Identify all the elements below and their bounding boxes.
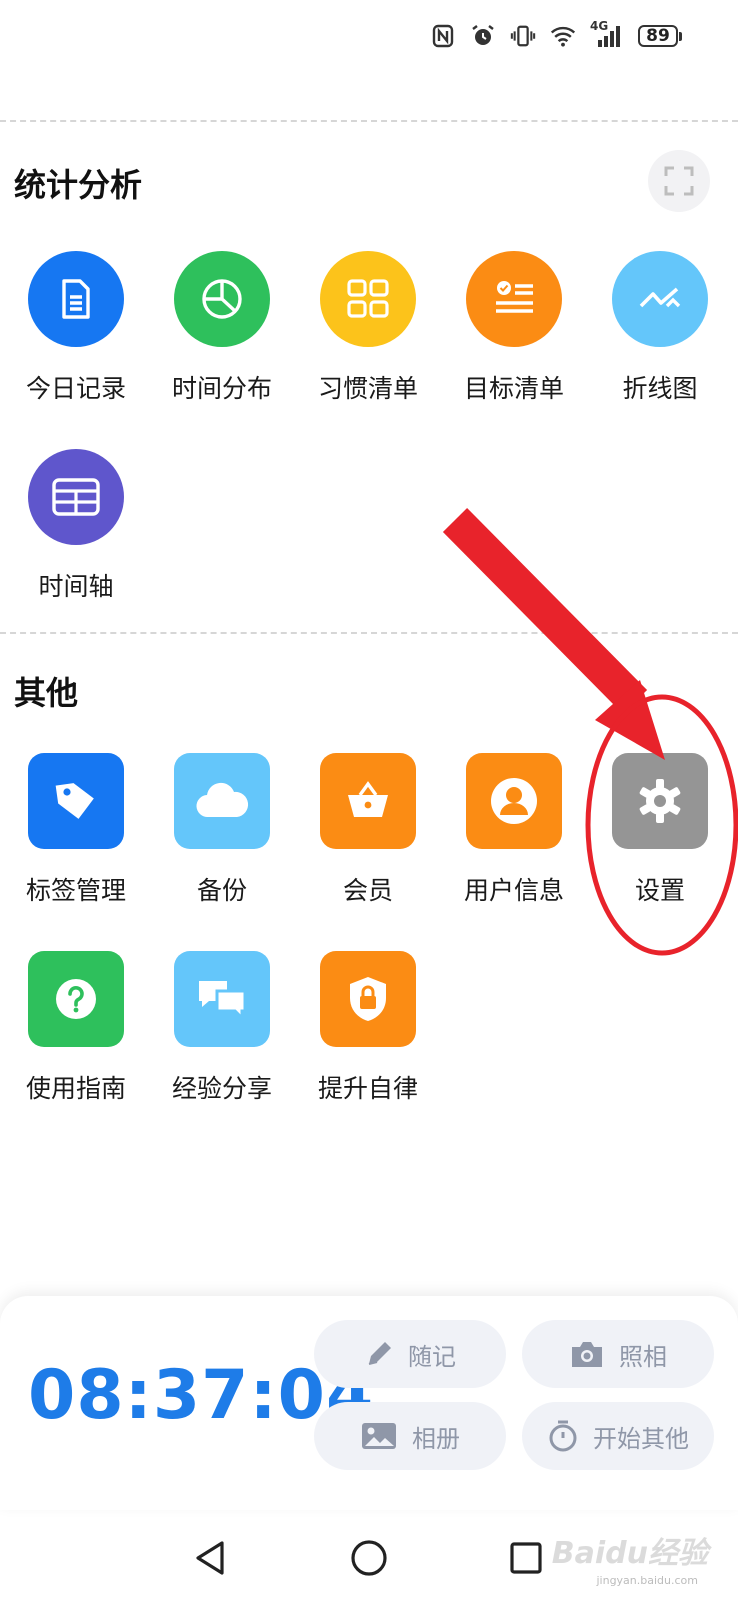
- other-item-settings[interactable]: 设置: [587, 753, 733, 907]
- experience-share-label: 经验分享: [171, 1074, 272, 1103]
- goal-list-tile: [466, 251, 562, 347]
- document-icon: [62, 279, 90, 319]
- stats-section-title: 统计分析: [14, 166, 143, 204]
- user-guide-label: 使用指南: [25, 1074, 126, 1103]
- backup-label: 备份: [196, 876, 247, 905]
- network-label: 4G: [590, 19, 609, 33]
- user-info-tile: [466, 753, 562, 849]
- shield-lock-icon: [350, 977, 386, 1021]
- time-distribution-tile: [174, 251, 270, 347]
- baidu-watermark: Baidu经验: [551, 1536, 708, 1571]
- stats-item-time-distribution[interactable]: 时间分布: [149, 251, 295, 405]
- today-record-tile: [28, 251, 124, 347]
- other-item-backup[interactable]: 备份: [149, 753, 295, 907]
- other-item-experience-share[interactable]: 经验分享: [149, 951, 295, 1105]
- user-icon: [491, 778, 537, 824]
- status-bar: 4G 89: [430, 18, 682, 54]
- battery-tip: [679, 31, 682, 41]
- start-other-button-label: 开始其他: [593, 1424, 689, 1453]
- timeline-label: 时间轴: [38, 572, 114, 601]
- line-chart-label: 折线图: [622, 374, 698, 403]
- other-item-membership[interactable]: 会员: [295, 753, 441, 907]
- goal-list-label: 目标清单: [463, 374, 564, 403]
- gear-icon: [639, 779, 681, 823]
- stats-item-goal-list[interactable]: 目标清单: [441, 251, 587, 405]
- membership-tile: [320, 753, 416, 849]
- section-divider: [0, 632, 738, 634]
- tag-management-label: 标签管理: [25, 876, 126, 905]
- today-record-label: 今日记录: [25, 374, 126, 403]
- other-item-user-guide[interactable]: 使用指南: [3, 951, 149, 1105]
- recents-square-icon: [510, 1542, 542, 1574]
- tag-icon: [55, 783, 94, 819]
- table-icon: [52, 478, 100, 516]
- album-button-label: 相册: [412, 1424, 460, 1453]
- nav-recents-button[interactable]: [502, 1534, 550, 1582]
- stats-item-line-chart[interactable]: 折线图: [587, 251, 733, 405]
- back-triangle-icon: [196, 1541, 224, 1575]
- stopwatch-icon: [549, 1420, 577, 1452]
- self-discipline-tile: [320, 951, 416, 1047]
- pie-chart-icon: [202, 279, 242, 319]
- checklist-icon: [496, 281, 533, 313]
- other-item-user-info[interactable]: 用户信息: [441, 753, 587, 907]
- backup-tile: [174, 753, 270, 849]
- grid-icon: [347, 279, 389, 318]
- fullscreen-icon: [664, 166, 694, 196]
- time-distribution-label: 时间分布: [171, 374, 272, 403]
- chat-icon: [199, 981, 247, 1022]
- self-discipline-label: 提升自律: [317, 1074, 418, 1103]
- fullscreen-button[interactable]: [648, 150, 710, 212]
- annotation-arrowhead: [595, 680, 665, 760]
- battery-indicator: 89: [638, 25, 682, 47]
- camera-button-label: 照相: [619, 1342, 667, 1371]
- tag-management-tile: [28, 753, 124, 849]
- other-item-tag-management[interactable]: 标签管理: [3, 753, 149, 907]
- annotation-arrow: [442, 508, 648, 714]
- other-section-title: 其他: [14, 674, 79, 712]
- note-button[interactable]: 随记: [314, 1320, 506, 1388]
- home-circle-icon: [351, 1540, 387, 1576]
- line-chart-tile: [612, 251, 708, 347]
- signal-4g-icon: 4G: [590, 19, 624, 49]
- image-icon: [362, 1423, 396, 1449]
- wifi-icon: [550, 23, 576, 49]
- nfc-icon: [430, 23, 456, 49]
- nav-home-button[interactable]: [345, 1534, 393, 1582]
- alarm-icon: [470, 23, 496, 49]
- note-button-label: 随记: [408, 1342, 456, 1371]
- experience-share-tile: [174, 951, 270, 1047]
- nav-back-button[interactable]: [186, 1534, 234, 1582]
- cloud-icon: [196, 782, 249, 818]
- stats-item-habit-list[interactable]: 习惯清单: [295, 251, 441, 405]
- timeline-tile: [28, 449, 124, 545]
- baidu-watermark-url: jingyan.baidu.com: [596, 1574, 698, 1587]
- battery-level: 89: [638, 25, 678, 47]
- vibrate-icon: [510, 23, 536, 49]
- start-other-button[interactable]: 开始其他: [522, 1402, 714, 1470]
- other-item-self-discipline[interactable]: 提升自律: [295, 951, 441, 1105]
- habit-list-label: 习惯清单: [317, 374, 418, 403]
- stats-item-today-record[interactable]: 今日记录: [3, 251, 149, 405]
- help-icon: [56, 979, 96, 1019]
- basket-icon: [348, 781, 388, 817]
- user-info-label: 用户信息: [463, 876, 564, 905]
- line-chart-icon: [639, 287, 681, 308]
- camera-button[interactable]: 照相: [522, 1320, 714, 1388]
- settings-label: 设置: [634, 876, 685, 905]
- camera-icon: [572, 1342, 602, 1367]
- stats-item-timeline[interactable]: 时间轴: [3, 449, 149, 603]
- top-divider: [0, 120, 738, 122]
- membership-label: 会员: [342, 876, 393, 905]
- album-button[interactable]: 相册: [314, 1402, 506, 1470]
- user-guide-tile: [28, 951, 124, 1047]
- settings-tile: [612, 753, 708, 849]
- habit-list-tile: [320, 251, 416, 347]
- pencil-icon: [368, 1342, 391, 1365]
